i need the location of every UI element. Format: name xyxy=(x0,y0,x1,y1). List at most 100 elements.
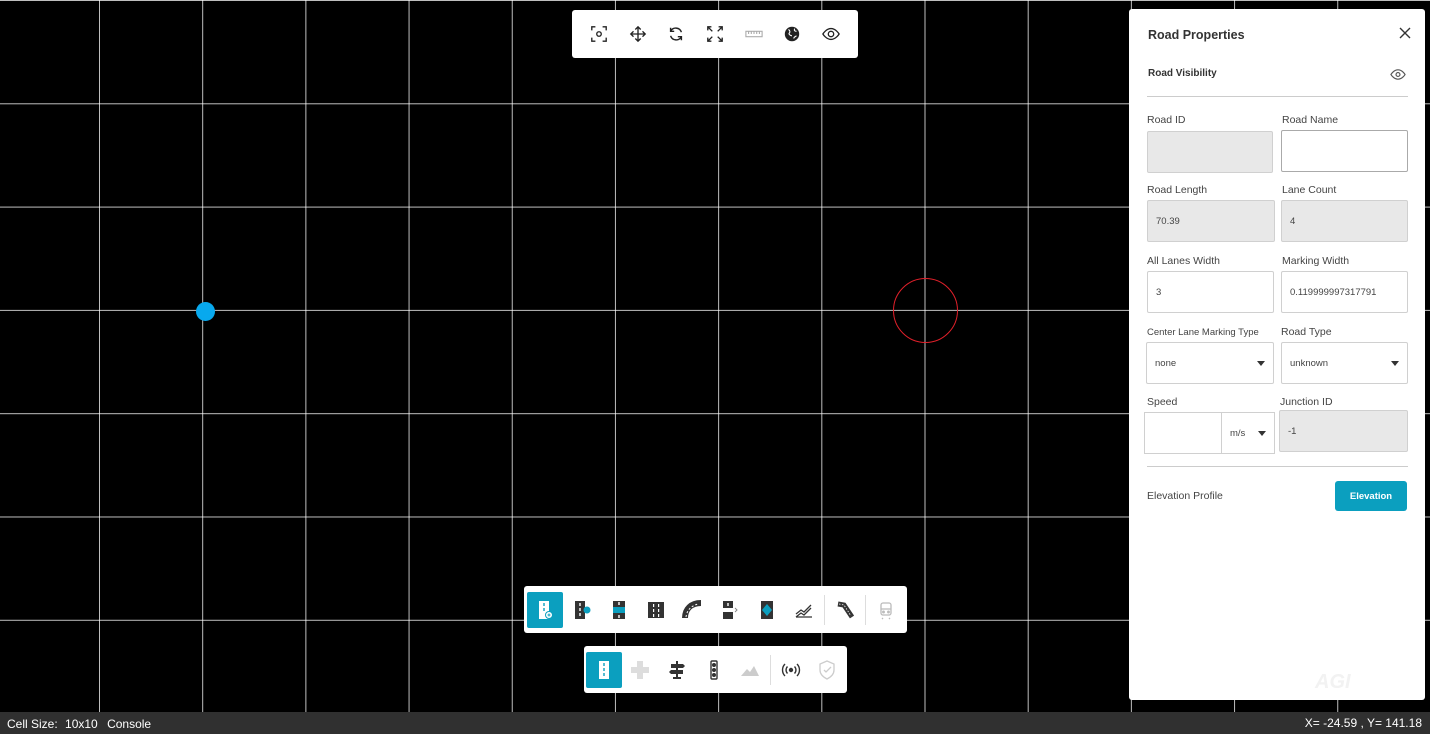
road-length-field: 70.39 xyxy=(1147,200,1275,242)
road-visibility-label: Road Visibility xyxy=(1148,68,1217,79)
road-marking-icon xyxy=(761,600,773,619)
signpost-icon xyxy=(668,660,685,679)
road-tool-button[interactable] xyxy=(586,651,622,688)
all-lanes-width-label: All Lanes Width xyxy=(1147,255,1220,267)
road-type-select[interactable]: unknown xyxy=(1281,342,1408,384)
lane-icon xyxy=(613,600,625,619)
marking-width-label: Marking Width xyxy=(1282,255,1350,267)
fit-button[interactable] xyxy=(700,19,730,49)
focus-icon xyxy=(591,26,608,42)
toolbar-separator xyxy=(824,594,825,625)
road-tool-icon xyxy=(598,660,609,679)
elevation-line-button[interactable] xyxy=(786,592,822,628)
lane-count-field: 4 xyxy=(1281,200,1408,242)
signpost-button[interactable] xyxy=(659,652,695,688)
rotate-button[interactable] xyxy=(661,19,691,49)
traffic-light-button[interactable] xyxy=(696,652,732,688)
close-icon xyxy=(1399,27,1411,39)
console-link[interactable]: Console xyxy=(107,717,151,731)
move-button[interactable] xyxy=(623,19,653,49)
eye-icon xyxy=(821,27,840,41)
road-add-button[interactable] xyxy=(527,591,563,628)
road-tools-toolbar xyxy=(524,586,907,633)
road-type-value: unknown xyxy=(1290,357,1329,369)
road-extend-icon xyxy=(575,600,591,619)
vehicle-button[interactable] xyxy=(868,592,904,628)
close-button[interactable] xyxy=(1395,23,1415,43)
rotate-icon xyxy=(670,27,683,41)
terrain-icon xyxy=(741,665,760,676)
shield-icon xyxy=(819,659,835,680)
speed-unit-value: m/s xyxy=(1230,427,1246,439)
all-lanes-width-input[interactable]: 3 xyxy=(1147,271,1274,313)
vehicle-icon xyxy=(880,601,892,619)
divider xyxy=(1147,466,1408,467)
app-root: Road Properties Road Visibility Road ID … xyxy=(0,0,1430,734)
top-toolbar xyxy=(572,10,858,58)
signal-icon xyxy=(781,663,800,676)
watermark-logo: AGI xyxy=(1315,671,1351,693)
road-type-label: Road Type xyxy=(1281,326,1332,338)
terrain-button[interactable] xyxy=(732,652,768,688)
caret-down-icon xyxy=(1391,360,1399,366)
traffic-light-icon xyxy=(709,659,718,680)
ruler-icon xyxy=(744,30,763,38)
globe-icon xyxy=(784,26,800,42)
multi-lane-icon xyxy=(648,601,664,618)
signal-button[interactable] xyxy=(773,652,809,688)
shield-button[interactable] xyxy=(809,652,845,688)
road-length-label: Road Length xyxy=(1147,184,1208,196)
road-cut-button[interactable] xyxy=(827,592,863,628)
elevation-profile-label: Elevation Profile xyxy=(1147,490,1223,502)
globe-button[interactable] xyxy=(777,19,807,49)
caret-down-icon xyxy=(1258,430,1266,436)
road-extend-button[interactable] xyxy=(564,592,600,628)
panel-title: Road Properties xyxy=(1148,28,1245,42)
junction-button[interactable] xyxy=(623,652,659,688)
lane-button[interactable] xyxy=(601,592,637,628)
point-marker[interactable] xyxy=(196,302,215,321)
curve-road-button[interactable] xyxy=(675,592,711,628)
road-name-input[interactable] xyxy=(1281,130,1408,172)
road-properties-panel: Road Properties Road Visibility Road ID … xyxy=(1129,9,1425,700)
road-name-label: Road Name xyxy=(1282,114,1339,126)
status-left: Cell Size: 10x10 Console xyxy=(7,717,151,731)
junction-icon xyxy=(631,660,650,679)
lane-marking-button[interactable] xyxy=(712,592,748,628)
curve-road-icon xyxy=(682,599,702,618)
divider xyxy=(1147,96,1408,97)
focus-button[interactable] xyxy=(584,19,614,49)
elevation-button[interactable]: Elevation xyxy=(1335,481,1407,511)
speed-label: Speed xyxy=(1147,396,1178,408)
elevation-line-icon xyxy=(795,604,812,618)
road-id-label: Road ID xyxy=(1147,114,1186,126)
fit-icon xyxy=(707,26,723,42)
eye-button[interactable] xyxy=(816,19,846,49)
road-marking-button[interactable] xyxy=(749,592,785,628)
speed-input[interactable] xyxy=(1144,412,1222,454)
road-id-field xyxy=(1147,131,1273,173)
cursor-ring xyxy=(893,278,958,343)
toolbar-separator xyxy=(769,654,771,685)
status-bar: Cell Size: 10x10 Console X= -24.59 , Y= … xyxy=(0,712,1430,734)
multi-lane-button[interactable] xyxy=(638,592,674,628)
coordinates-readout: X= -24.59 , Y= 141.18 xyxy=(1304,716,1422,730)
road-visibility-toggle[interactable] xyxy=(1388,66,1408,82)
road-add-icon xyxy=(539,600,553,619)
move-icon xyxy=(629,25,646,43)
ruler-button[interactable] xyxy=(739,19,769,49)
lane-count-label: Lane Count xyxy=(1282,184,1337,196)
center-lane-marking-type-select[interactable]: none xyxy=(1146,342,1274,384)
speed-unit-select[interactable]: m/s xyxy=(1221,412,1275,454)
cell-size-value: 10x10 xyxy=(65,717,98,731)
center-lane-marking-type-label: Center Lane Marking Type xyxy=(1147,327,1259,338)
lane-marking-icon xyxy=(723,600,738,619)
road-cut-icon xyxy=(837,601,855,618)
center-lane-marking-type-value: none xyxy=(1155,357,1177,369)
caret-down-icon xyxy=(1257,360,1265,366)
marking-width-input[interactable]: 0.119999997317791 xyxy=(1281,271,1408,313)
junction-id-field: -1 xyxy=(1279,410,1408,452)
junction-id-label: Junction ID xyxy=(1280,396,1333,408)
cell-size-label: Cell Size: xyxy=(7,717,58,731)
scene-tools-toolbar xyxy=(584,646,847,693)
